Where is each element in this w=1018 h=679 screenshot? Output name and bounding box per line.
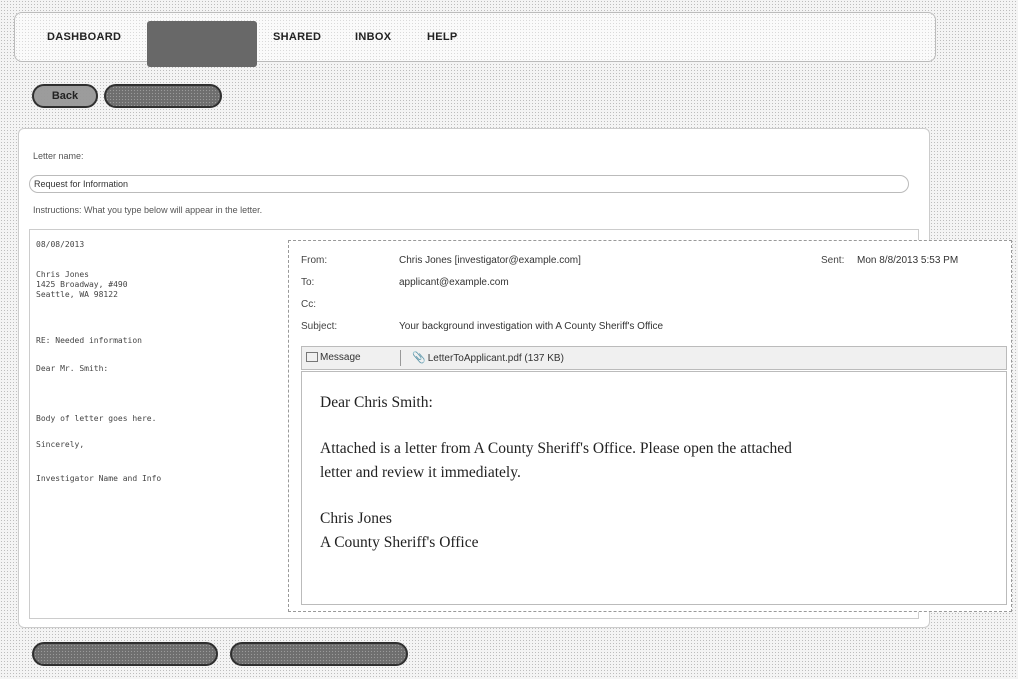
email-paragraph-line: Attached is a letter from A County Sheri…	[320, 440, 792, 457]
message-icon	[306, 352, 318, 363]
cc-label: Cc:	[301, 299, 316, 310]
save-button[interactable]	[32, 642, 218, 666]
nav-inbox[interactable]: INBOX	[355, 13, 391, 61]
send-button[interactable]	[230, 642, 408, 666]
letter-line: 1425 Broadway, #490	[36, 280, 128, 289]
email-signature-name: Chris Jones	[320, 510, 392, 527]
letter-line: RE: Needed information	[36, 336, 142, 345]
tab-message-label: Message	[320, 352, 361, 363]
to-value: applicant@example.com	[399, 277, 509, 288]
instructions-text: Instructions: What you type below will a…	[33, 205, 263, 215]
letter-line: Sincerely,	[36, 440, 85, 449]
email-greeting: Dear Chris Smith:	[320, 394, 433, 411]
letter-name-field[interactable]: Request for Information	[29, 175, 909, 193]
from-label: From:	[301, 255, 328, 266]
nav-dashboard[interactable]: DASHBOARD	[47, 13, 121, 61]
email-signature-org: A County Sheriff's Office	[320, 534, 479, 551]
letter-line: Seattle, WA 98122	[36, 290, 118, 299]
letter-line: Investigator Name and Info	[36, 474, 162, 483]
letter-line: Body of letter goes here.	[36, 414, 157, 423]
letter-name-label: Letter name:	[33, 151, 84, 161]
email-tab-bar: Message 📎 LetterToApplicant.pdf (137 KB)	[301, 346, 1007, 370]
nav-shared[interactable]: SHARED	[273, 13, 321, 61]
back-button[interactable]: Back	[32, 84, 98, 108]
letter-line: Dear Mr. Smith:	[36, 364, 109, 373]
tab-attachment-label: LetterToApplicant.pdf (137 KB)	[427, 353, 564, 364]
nav-help[interactable]: HELP	[427, 13, 458, 61]
subject-label: Subject:	[301, 321, 338, 332]
top-navigation: DASHBOARD SHARED INBOX HELP	[14, 12, 936, 67]
from-value: Chris Jones [investigator@example.com]	[399, 255, 581, 266]
email-preview: From: Chris Jones [investigator@example.…	[288, 240, 1012, 612]
letter-line: Chris Jones	[36, 270, 89, 279]
email-paragraph-line: letter and review it immediately.	[320, 464, 521, 481]
subject-value: Your background investigation with A Cou…	[399, 321, 664, 332]
tab-message[interactable]: Message	[306, 349, 361, 367]
tab-divider	[400, 350, 401, 366]
nav-active-tab[interactable]	[147, 21, 257, 67]
attachment-icon: 📎	[412, 352, 426, 364]
letter-line: 08/08/2013	[36, 240, 85, 249]
preview-button[interactable]	[104, 84, 222, 108]
to-label: To:	[301, 277, 315, 288]
tab-attachment[interactable]: 📎 LetterToApplicant.pdf (137 KB)	[412, 349, 564, 367]
email-body: Dear Chris Smith: Attached is a letter f…	[301, 371, 1007, 605]
sent-value: Mon 8/8/2013 5:53 PM	[857, 255, 959, 266]
sent-label: Sent:	[821, 255, 845, 266]
